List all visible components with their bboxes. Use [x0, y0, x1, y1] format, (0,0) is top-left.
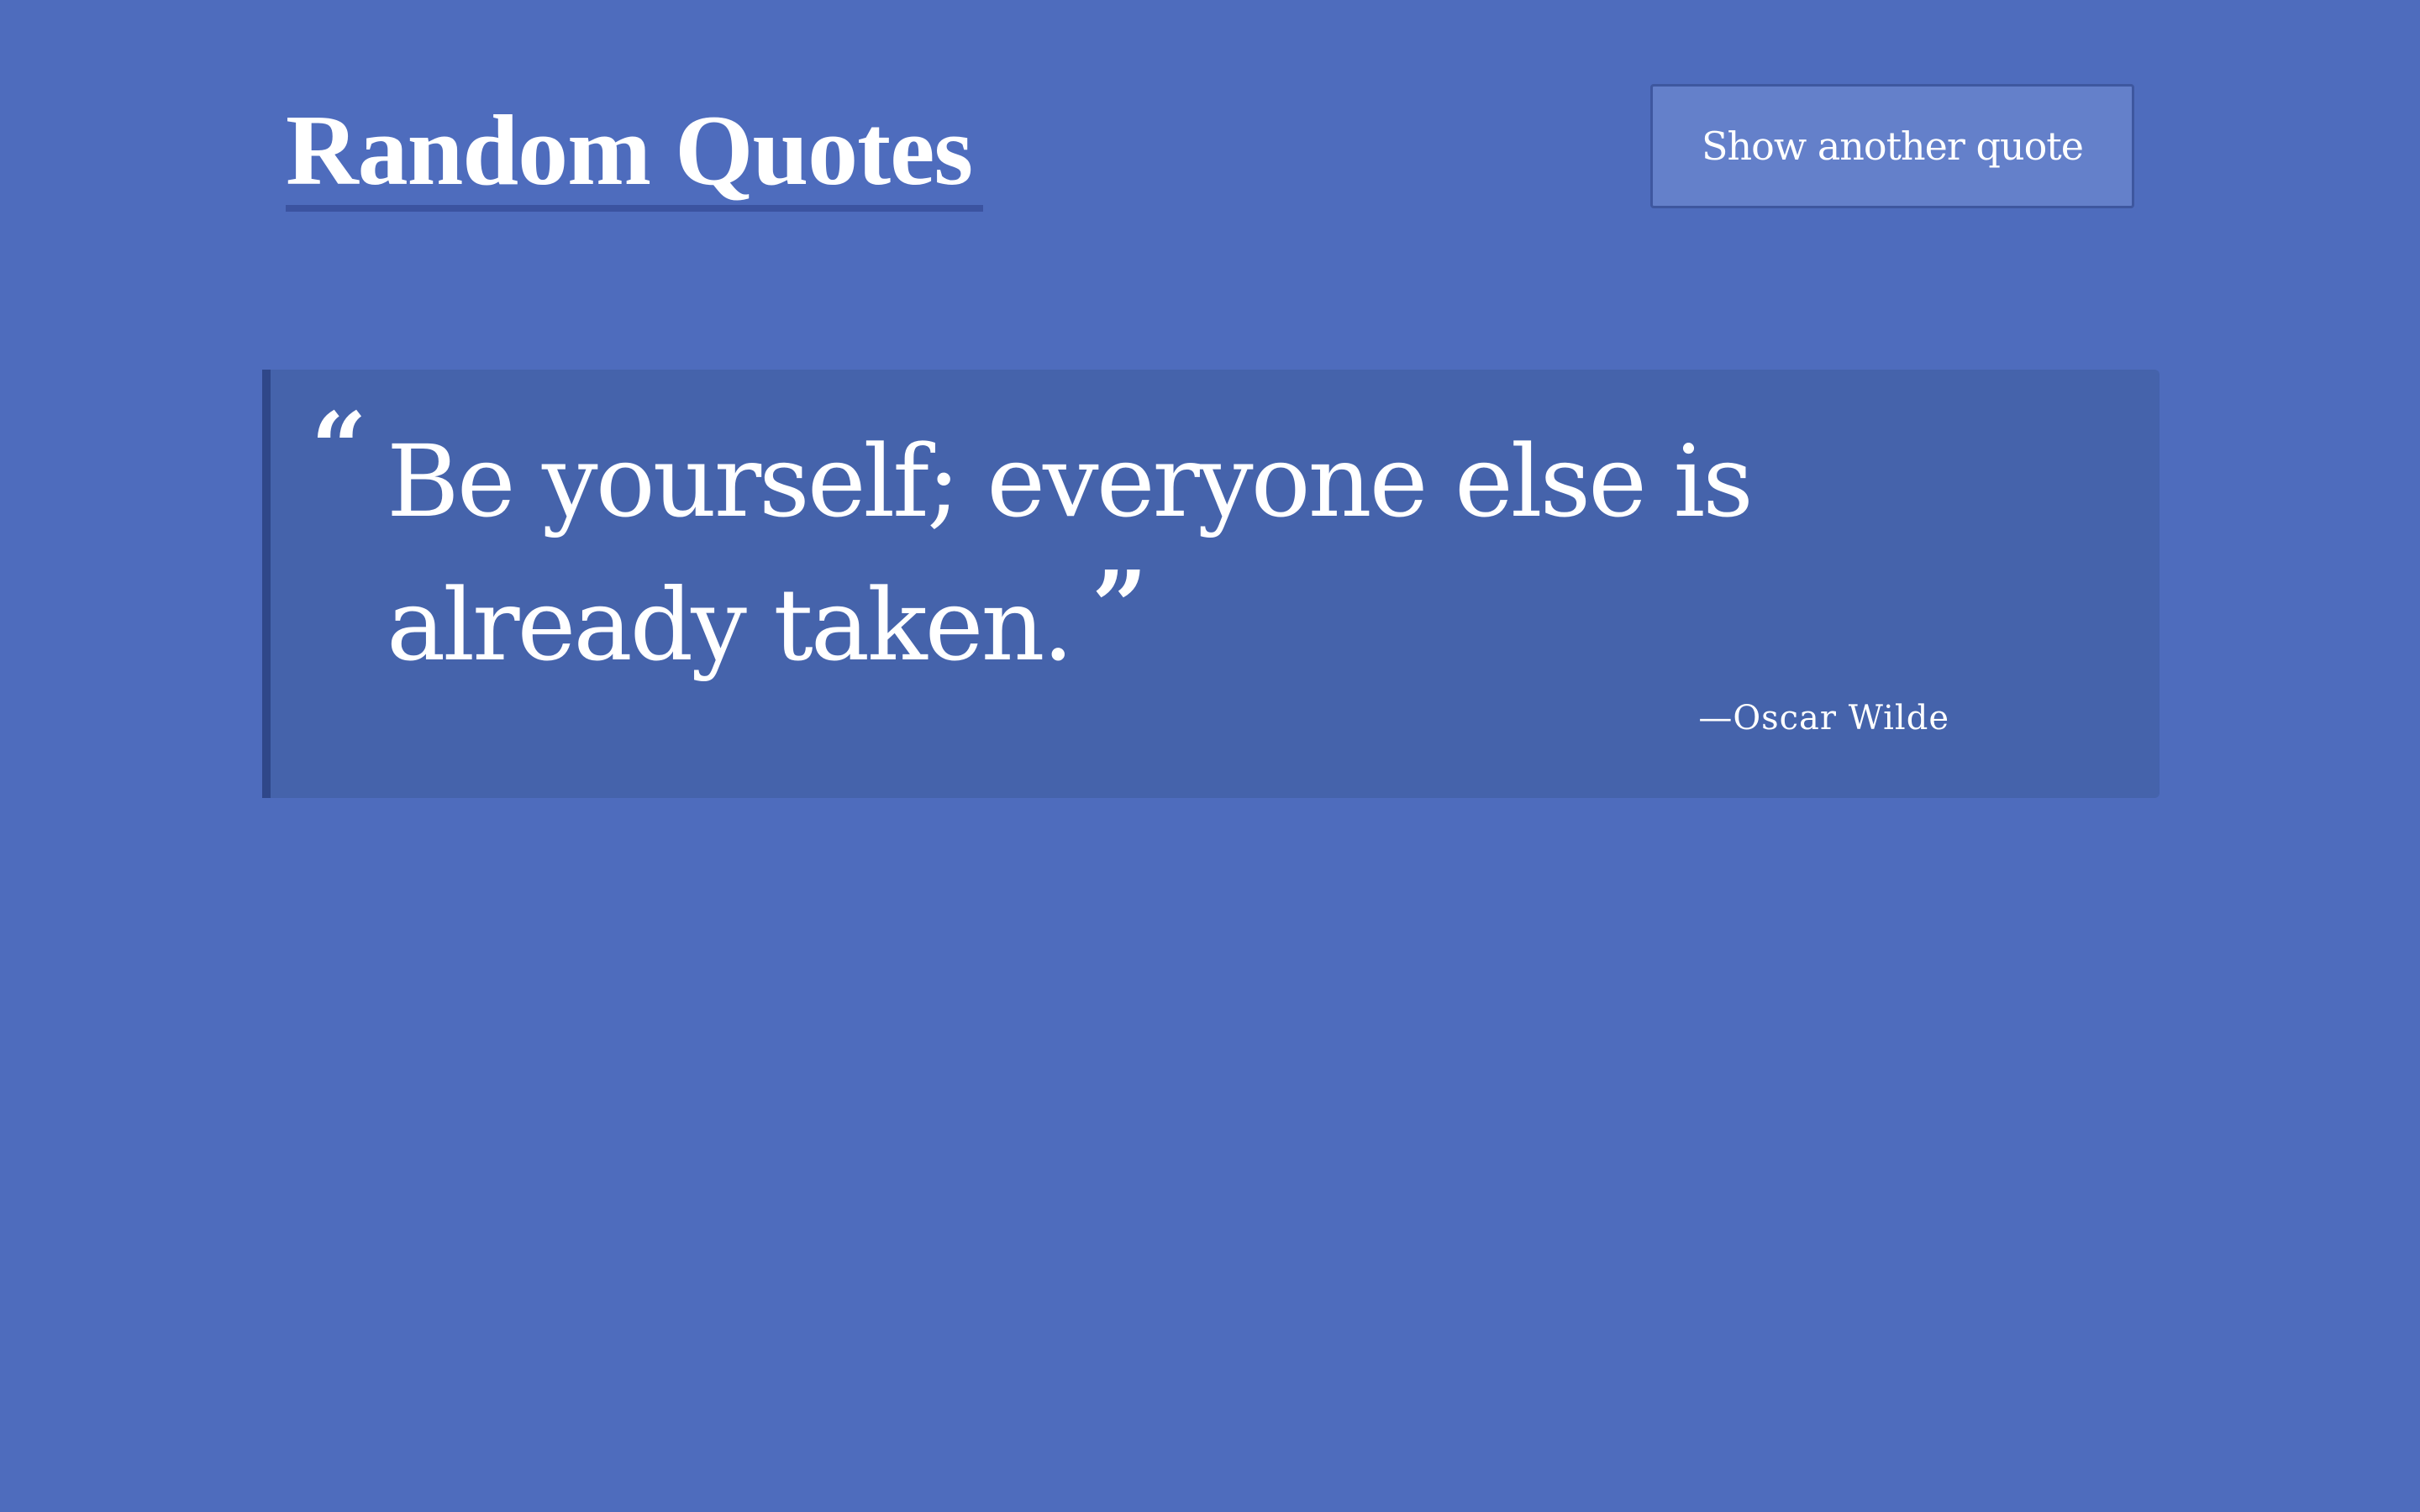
show-another-quote-button[interactable]: Show another quote: [1650, 84, 2134, 208]
open-quote-icon: “: [311, 391, 367, 506]
close-quote-icon: ”: [1092, 550, 1148, 664]
title-underline: [286, 205, 983, 212]
quote-text-block: Be yourself; everyone else is already ta…: [387, 418, 2050, 688]
quote-text: Be yourself; everyone else is already ta…: [387, 423, 1754, 683]
quote-author: —Oscar Wilde: [1698, 699, 1949, 738]
page-title: Random Quotes: [286, 94, 973, 206]
quote-card: “ Be yourself; everyone else is already …: [262, 370, 2160, 798]
